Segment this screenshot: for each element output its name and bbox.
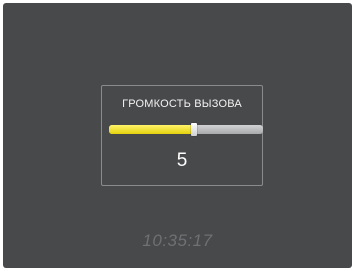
volume-slider-track[interactable] xyxy=(109,125,263,134)
clock-time: 10:35:17 xyxy=(142,231,213,250)
volume-slider-fill xyxy=(109,125,194,134)
volume-slider-thumb[interactable] xyxy=(191,123,197,136)
volume-value: 5 xyxy=(176,150,188,171)
volume-dialog-title: ГРОМКОСТЬ ВЫЗОВА xyxy=(122,98,242,110)
volume-slider[interactable] xyxy=(109,123,265,136)
device-screen: ГРОМКОСТЬ ВЫЗОВА 5 10:35:17 xyxy=(3,3,352,268)
volume-dialog: ГРОМКОСТЬ ВЫЗОВА 5 xyxy=(101,85,263,186)
